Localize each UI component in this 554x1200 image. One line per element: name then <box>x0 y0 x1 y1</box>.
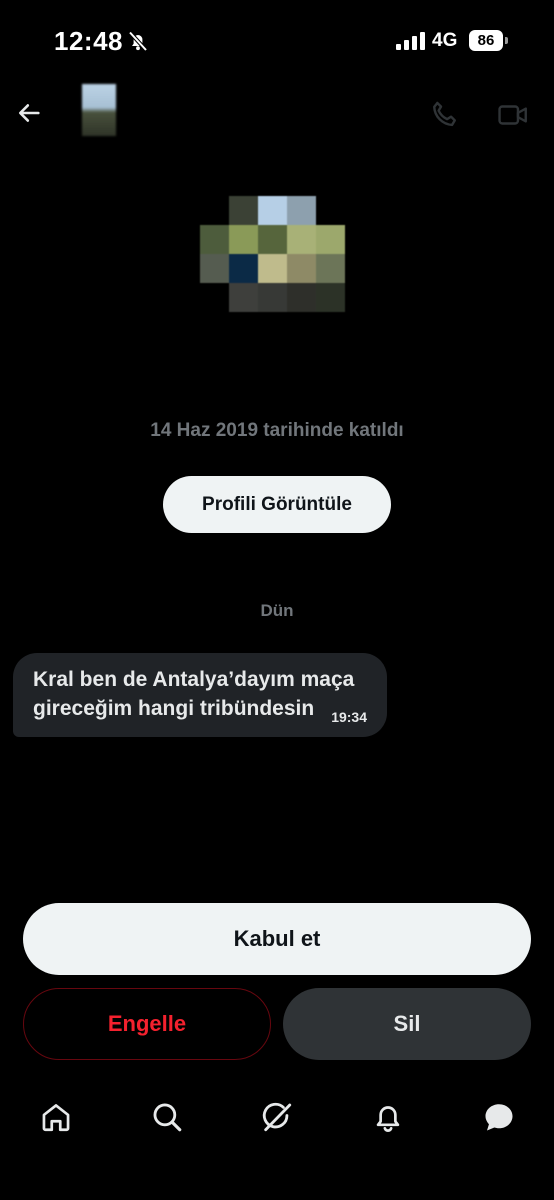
search-icon <box>153 1103 182 1132</box>
call-button[interactable] <box>428 98 462 132</box>
message-time: 19:34 <box>331 709 367 725</box>
profile-avatar[interactable] <box>200 196 345 312</box>
header-avatar[interactable] <box>82 84 116 136</box>
messages-icon <box>485 1104 513 1131</box>
bell-mute-icon <box>128 31 148 52</box>
nav-grok[interactable] <box>258 1098 296 1136</box>
status-time: 12:48 <box>54 26 123 56</box>
battery-indicator: 86 <box>469 30 503 51</box>
message-text: Kral ben de Antalya’dayım maça gireceğim… <box>33 668 355 720</box>
back-arrow-icon <box>18 104 40 122</box>
message-bubble[interactable]: Kral ben de Antalya’dayım maça gireceğim… <box>13 653 387 737</box>
nav-search[interactable] <box>148 1098 186 1136</box>
day-separator: Dün <box>260 601 294 620</box>
home-icon <box>42 1104 70 1132</box>
nav-home[interactable] <box>37 1098 75 1136</box>
view-profile-button[interactable]: Profili Görüntüle <box>163 476 391 533</box>
nav-messages[interactable] <box>480 1098 518 1136</box>
phone-icon <box>433 101 456 127</box>
grok-icon <box>262 1102 292 1132</box>
join-date: 14 Haz 2019 tarihinde katıldı <box>150 420 404 441</box>
battery-nub <box>505 37 508 44</box>
notifications-icon <box>376 1106 400 1132</box>
delete-button[interactable]: Sil <box>283 988 531 1060</box>
back-button[interactable] <box>12 96 46 130</box>
nav-notifications[interactable] <box>369 1098 407 1136</box>
signal-bars-icon <box>396 32 425 50</box>
accept-button[interactable]: Kabul et <box>23 903 531 975</box>
status-bar: 12:48 4G 86 <box>0 0 554 84</box>
dm-request-screen: 12:48 4G 86 14 Haz 2019 tarihinde katıld… <box>0 0 554 1200</box>
conversation-header <box>0 84 554 144</box>
network-label: 4G <box>432 30 458 51</box>
video-call-button[interactable] <box>496 98 530 132</box>
bottom-nav <box>0 1086 554 1148</box>
block-button[interactable]: Engelle <box>23 988 271 1060</box>
video-camera-icon <box>498 105 527 125</box>
